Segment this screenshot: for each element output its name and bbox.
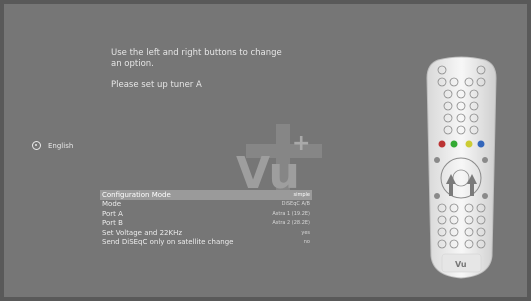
- globe-icon: [32, 141, 41, 150]
- setting-label: Send DiSEqC only on satellite change: [102, 238, 234, 247]
- setting-label: Port A: [102, 209, 123, 218]
- remote-control-image: Vu: [426, 56, 497, 279]
- setting-value: no: [303, 239, 310, 246]
- setting-value: Astra 1 (19.2E): [272, 210, 310, 217]
- setting-row-voltage-22khz[interactable]: Set Voltage and 22KHz yes: [100, 228, 312, 238]
- setting-value: Astra 2 (28.2E): [272, 220, 310, 227]
- tv-screen: Use the left and right buttons to change…: [4, 4, 527, 297]
- setting-label: Port B: [102, 219, 123, 228]
- instruction-line-1: Use the left and right buttons to change…: [111, 48, 282, 69]
- setting-row-port-a[interactable]: Port A Astra 1 (19.2E): [100, 209, 312, 219]
- logo-plus: +: [292, 131, 310, 156]
- setting-row-mode[interactable]: Mode DiSEqC A/B: [100, 200, 312, 210]
- setting-row-diseqc-satellite-change[interactable]: Send DiSEqC only on satellite change no: [100, 238, 312, 248]
- setting-label: Configuration Mode: [102, 190, 171, 199]
- setting-value: simple: [293, 191, 310, 198]
- instruction-line-2: Please set up tuner A: [111, 80, 202, 90]
- setting-value: yes: [301, 229, 310, 236]
- language-label: English: [48, 141, 74, 150]
- remote-brand: Vu: [455, 260, 467, 269]
- language-selector[interactable]: English: [32, 141, 73, 150]
- tuner-settings-list: Configuration Mode simple Mode DiSEqC A/…: [100, 190, 312, 247]
- setting-row-port-b[interactable]: Port B Astra 2 (28.2E): [100, 219, 312, 229]
- setting-value: DiSEqC A/B: [281, 201, 310, 208]
- setting-label: Mode: [102, 200, 122, 209]
- instruction-text: Use the left and right buttons to change…: [111, 48, 291, 91]
- setting-row-configuration-mode[interactable]: Configuration Mode simple: [100, 190, 312, 200]
- setting-label: Set Voltage and 22KHz: [102, 228, 183, 237]
